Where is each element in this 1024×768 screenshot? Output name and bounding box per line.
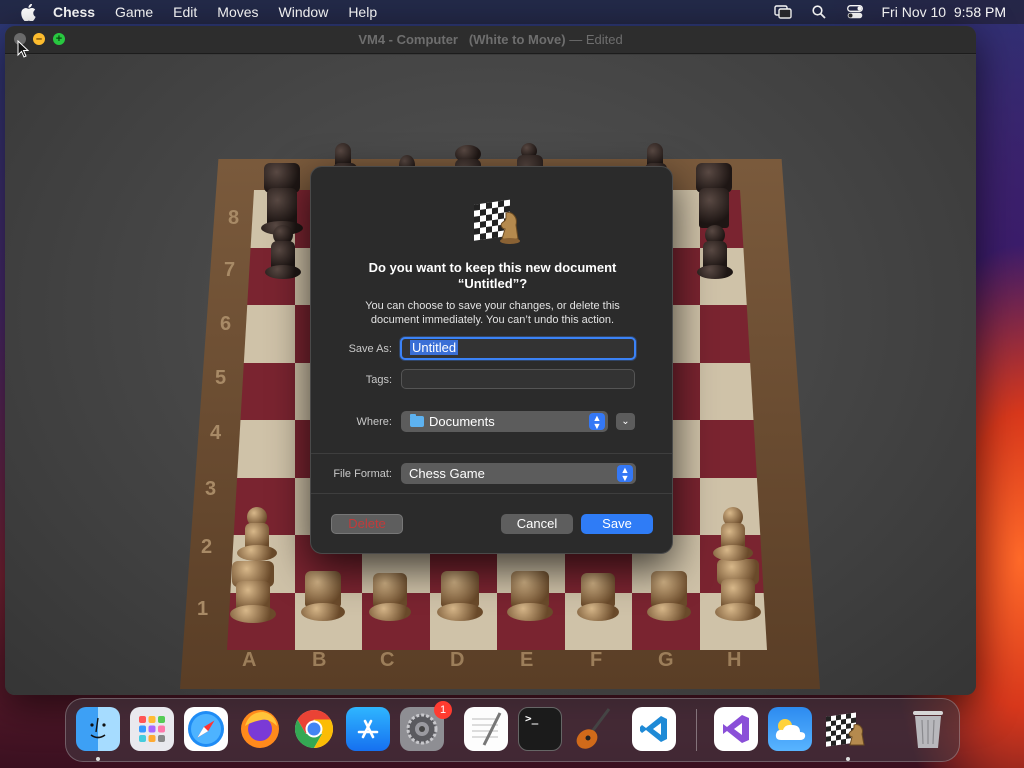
where-label: Where: — [356, 416, 392, 428]
dialog-heading-line-2: “Untitled”? — [457, 276, 528, 291]
finder-running-indicator — [96, 757, 100, 761]
spotlight-search-icon[interactable] — [810, 4, 828, 20]
menu-help[interactable]: Help — [348, 4, 377, 20]
mouse-cursor-icon — [17, 40, 29, 58]
vscode-icon[interactable] — [632, 707, 676, 751]
app-store-icon[interactable] — [346, 707, 390, 751]
window-edited-status: — Edited — [565, 32, 623, 47]
file-label-b: B — [312, 649, 327, 671]
file-label-d: D — [450, 649, 465, 671]
dialog-message-line-2: document immediately. You can’t undo thi… — [370, 314, 615, 326]
terminal-icon[interactable]: >_ — [518, 707, 562, 751]
menu-bar: Chess Game Edit Moves Window Help Fri No… — [0, 0, 1024, 24]
dialog-message: You can choose to save your changes, or … — [339, 299, 646, 327]
terminal-prompt-text: >_ — [525, 712, 539, 725]
trash-icon[interactable] — [906, 707, 950, 751]
menu-game[interactable]: Game — [115, 4, 153, 20]
rank-label-5: 5 — [215, 367, 227, 389]
window-title-text: VM4 - Computer (White to Move) — [358, 32, 566, 47]
folder-icon — [410, 414, 424, 427]
popup-chevrons-icon: ▲ ▼ — [589, 413, 605, 431]
garageband-icon[interactable] — [572, 707, 616, 751]
control-center-icon[interactable] — [846, 4, 864, 20]
tags-label: Tags: — [365, 374, 392, 386]
window-title: VM4 - Computer (White to Move) — Edited — [5, 26, 976, 54]
rank-label-3: 3 — [205, 478, 217, 500]
where-value: Documents — [429, 414, 495, 429]
launchpad-icon[interactable] — [130, 707, 174, 751]
menu-window[interactable]: Window — [279, 4, 329, 20]
finder-icon[interactable] — [76, 707, 120, 751]
chess-app-icon — [472, 195, 524, 247]
file-label-g: G — [658, 649, 674, 671]
file-label-e: E — [520, 649, 534, 671]
weather-icon[interactable] — [768, 707, 812, 751]
where-popup[interactable]: Documents ▲ ▼ — [401, 411, 608, 432]
file-format-value: Chess Game — [409, 466, 485, 481]
rank-label-2: 2 — [201, 536, 213, 558]
chess-running-indicator — [846, 757, 850, 761]
screen-mirroring-icon[interactable] — [773, 4, 792, 20]
dock-divider — [696, 709, 697, 751]
file-format-popup[interactable]: Chess Game ▲ ▼ — [401, 463, 636, 484]
menu-edit[interactable]: Edit — [173, 4, 197, 20]
system-settings-icon[interactable]: 1 — [400, 701, 452, 751]
chrome-icon[interactable] — [292, 707, 336, 751]
chess-dock-icon[interactable] — [824, 707, 868, 751]
save-as-label: Save As: — [348, 343, 392, 355]
rank-label-8: 8 — [228, 207, 240, 229]
dialog-separator — [311, 453, 672, 454]
cancel-button[interactable]: Cancel — [501, 514, 573, 534]
delete-button[interactable]: Delete — [331, 514, 403, 534]
apple-menu-icon[interactable] — [19, 3, 37, 21]
rank-label-7: 7 — [224, 259, 236, 281]
file-label-f: F — [590, 649, 603, 671]
file-label-c: C — [380, 649, 395, 671]
firefox-icon[interactable] — [238, 707, 282, 751]
dialog-heading: Do you want to keep this new document “U… — [331, 260, 654, 292]
save-as-input[interactable]: Untitled — [400, 337, 636, 360]
popup-chevrons-icon: ▲ ▼ — [617, 465, 633, 483]
chevron-down-icon: ⌄ — [621, 416, 630, 427]
expand-browser-button[interactable]: ⌄ — [616, 413, 635, 430]
rank-label-6: 6 — [220, 313, 232, 335]
window-titlebar[interactable]: – + VM4 - Computer (White to Move) — Edi… — [5, 26, 976, 54]
menu-app-name[interactable]: Chess — [53, 4, 95, 20]
rank-label-1: 1 — [197, 598, 209, 620]
rank-label-4: 4 — [210, 422, 222, 444]
save-dialog: Do you want to keep this new document “U… — [310, 166, 673, 554]
visual-studio-icon[interactable] — [714, 707, 758, 751]
dialog-separator-2 — [311, 493, 672, 494]
file-format-label: File Format: — [333, 468, 392, 480]
dock: 1 >_ — [65, 698, 960, 762]
safari-icon[interactable] — [184, 707, 228, 751]
tags-input[interactable] — [401, 369, 635, 389]
file-label-a: A — [242, 649, 257, 671]
menu-moves[interactable]: Moves — [217, 4, 258, 20]
dialog-heading-line-1: Do you want to keep this new document — [368, 260, 617, 275]
textedit-icon[interactable] — [464, 707, 508, 751]
dialog-message-line-1: You can choose to save your changes, or … — [365, 300, 620, 312]
file-label-h: H — [727, 649, 742, 671]
save-as-value: Untitled — [410, 340, 459, 355]
menubar-clock[interactable]: Fri Nov 10 9:58 PM — [882, 4, 1007, 20]
notification-badge: 1 — [434, 701, 452, 719]
save-button[interactable]: Save — [581, 514, 653, 534]
